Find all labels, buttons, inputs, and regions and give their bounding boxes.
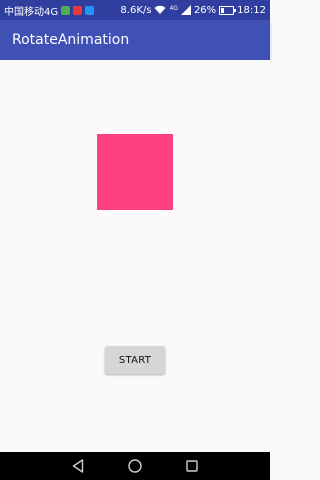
- wifi-icon: [154, 5, 166, 14]
- start-button[interactable]: START: [105, 346, 165, 374]
- recents-button[interactable]: [184, 458, 200, 474]
- navigation-bar: [0, 452, 270, 480]
- main-content: START: [0, 60, 270, 452]
- status-right: 8.6K/s 4G 26% 18:12: [120, 5, 266, 16]
- blue-app-notification-icon: [85, 5, 95, 15]
- signal-icon: [180, 5, 191, 15]
- network-type-label: 4G: [169, 4, 178, 12]
- network-speed: 8.6K/s: [120, 4, 152, 16]
- recents-icon: [185, 460, 198, 472]
- carrier-label: 中国移动4G: [4, 6, 59, 18]
- status-left: 中国移动4G: [4, 3, 95, 18]
- back-button[interactable]: [70, 458, 86, 474]
- back-icon: [73, 459, 84, 473]
- app-title: RotateAnimation: [12, 32, 130, 48]
- battery-icon: [219, 5, 237, 15]
- status-bar: 中国移动4G 8.6K/s 4G 26% 18:12: [0, 0, 270, 20]
- clock: 18:12: [237, 4, 266, 16]
- battery-fill: [221, 7, 225, 13]
- home-button[interactable]: [127, 458, 143, 474]
- green-app-notification-icon: [61, 5, 71, 15]
- rotating-square: [97, 134, 173, 210]
- app-bar: RotateAnimation: [0, 20, 270, 60]
- red-app-notification-icon: [73, 5, 83, 15]
- home-icon: [128, 459, 142, 473]
- battery-percent: 26%: [193, 4, 217, 16]
